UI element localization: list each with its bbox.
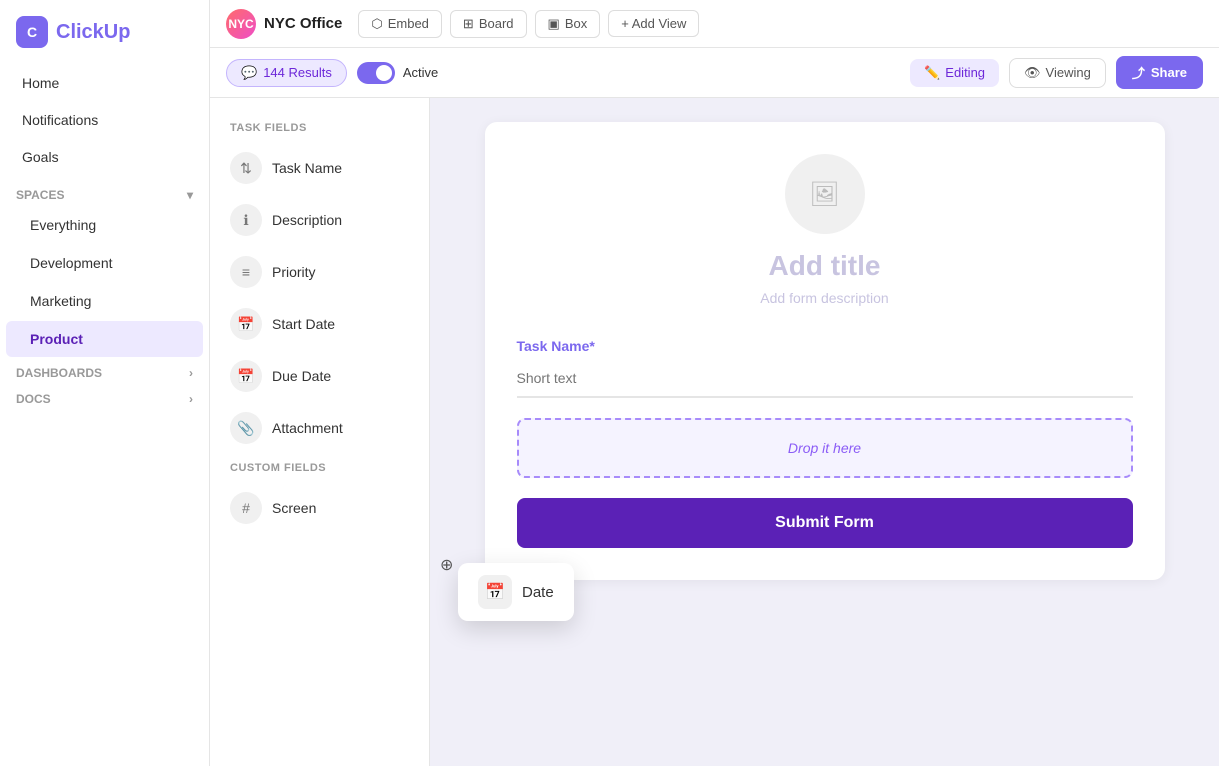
image-icon: 🖼 <box>809 180 839 209</box>
board-button[interactable]: ⊞ Board <box>450 10 527 38</box>
results-badge[interactable]: 💬 144 Results <box>226 59 347 87</box>
main-area: NYC NYC Office ⬡ Embed ⊞ Board ▣ Box + A… <box>210 0 1219 766</box>
field-attachment[interactable]: 📎 Attachment <box>210 402 429 454</box>
field-task-name[interactable]: ⇅ Task Name <box>210 142 429 194</box>
chevron-down-icon[interactable]: ▾ <box>187 188 193 202</box>
field-description[interactable]: ℹ Description <box>210 194 429 246</box>
form-title-placeholder[interactable]: Add title <box>769 250 881 282</box>
eye-icon: 👁 <box>1024 65 1041 81</box>
sidebar-item-marketing[interactable]: Marketing <box>6 283 203 319</box>
task-name-icon: ⇅ <box>230 152 262 184</box>
sidebar-item-notifications[interactable]: Notifications <box>6 102 203 138</box>
screen-label: Screen <box>272 500 316 516</box>
sidebar-item-everything[interactable]: Everything <box>6 207 203 243</box>
workspace-icon: NYC <box>226 9 256 39</box>
sidebar-item-goals[interactable]: Goals <box>6 139 203 175</box>
due-date-icon: 📅 <box>230 360 262 392</box>
spaces-section: Spaces ▾ <box>0 180 209 206</box>
attachment-icon: 📎 <box>230 412 262 444</box>
chevron-right-icon[interactable]: › <box>189 366 193 380</box>
logo-text: ClickUp <box>56 21 130 44</box>
chat-icon: 💬 <box>241 65 257 81</box>
pencil-icon: ✏️ <box>924 65 940 81</box>
home-label: Home <box>22 75 59 91</box>
field-start-date[interactable]: 📅 Start Date <box>210 298 429 350</box>
editing-button[interactable]: ✏️ Editing <box>910 59 999 87</box>
attachment-label: Attachment <box>272 420 343 436</box>
field-due-date[interactable]: 📅 Due Date <box>210 350 429 402</box>
sidebar-item-home[interactable]: Home <box>6 65 203 101</box>
chevron-right-icon-docs[interactable]: › <box>189 392 193 406</box>
task-fields-title: TASK FIELDS <box>210 114 429 142</box>
logo-area: C ClickUp <box>0 0 209 60</box>
notifications-label: Notifications <box>22 112 98 128</box>
drag-item-label: Date <box>522 584 554 601</box>
drag-handle[interactable]: ⊕ <box>440 555 453 575</box>
add-view-button[interactable]: + Add View <box>608 10 699 37</box>
drag-item-date[interactable]: 📅 Date <box>458 563 574 621</box>
priority-label: Priority <box>272 264 316 280</box>
drop-zone[interactable]: Drop it here <box>517 418 1133 478</box>
form-card: 🖼 Add title Add form description Task Na… <box>485 122 1165 580</box>
logo-icon: C <box>16 16 48 48</box>
sidebar-item-product[interactable]: Product <box>6 321 203 357</box>
task-name-field-group: Task Name* <box>517 338 1133 398</box>
description-icon: ℹ <box>230 204 262 236</box>
field-priority[interactable]: ≡ Priority <box>210 246 429 298</box>
share-button[interactable]: ⤴ Share <box>1116 56 1203 89</box>
board-icon: ⊞ <box>463 16 474 32</box>
toolbar: 💬 144 Results Active ✏️ Editing 👁 Viewin… <box>210 48 1219 98</box>
workspace-area: NYC NYC Office <box>226 9 342 39</box>
start-date-icon: 📅 <box>230 308 262 340</box>
form-image-placeholder[interactable]: 🖼 <box>785 154 865 234</box>
embed-icon: ⬡ <box>371 16 382 32</box>
task-name-label: Task Name <box>272 160 342 176</box>
sidebar-nav: Home Notifications Goals <box>0 60 209 180</box>
active-label: Active <box>403 65 438 80</box>
start-date-label: Start Date <box>272 316 335 332</box>
content-area: TASK FIELDS ⇅ Task Name ℹ Description ≡ … <box>210 98 1219 766</box>
priority-icon: ≡ <box>230 256 262 288</box>
goals-label: Goals <box>22 149 59 165</box>
active-toggle-container: Active <box>357 62 438 84</box>
field-screen[interactable]: # Screen <box>210 482 429 534</box>
box-icon: ▣ <box>548 16 560 32</box>
form-header: 🖼 Add title Add form description <box>517 154 1133 306</box>
submit-form-button[interactable]: Submit Form <box>517 498 1133 548</box>
viewing-button[interactable]: 👁 Viewing <box>1009 58 1106 88</box>
sidebar: C ClickUp Home Notifications Goals Space… <box>0 0 210 766</box>
dashboards-section: Dashboards › <box>0 358 209 384</box>
description-label: Description <box>272 212 342 228</box>
active-toggle[interactable] <box>357 62 395 84</box>
task-name-field-label: Task Name* <box>517 338 1133 354</box>
fields-panel: TASK FIELDS ⇅ Task Name ℹ Description ≡ … <box>210 98 430 766</box>
task-name-input[interactable] <box>517 360 1133 398</box>
docs-section: Docs › <box>0 384 209 410</box>
drag-date-icon: 📅 <box>478 575 512 609</box>
form-desc-placeholder[interactable]: Add form description <box>760 290 888 306</box>
screen-icon: # <box>230 492 262 524</box>
workspace-name: NYC Office <box>264 15 342 32</box>
topbar: NYC NYC Office ⬡ Embed ⊞ Board ▣ Box + A… <box>210 0 1219 48</box>
custom-fields-title: CUSTOM FIELDS <box>210 454 429 482</box>
box-button[interactable]: ▣ Box <box>535 10 601 38</box>
embed-button[interactable]: ⬡ Embed <box>358 10 442 38</box>
sidebar-item-development[interactable]: Development <box>6 245 203 281</box>
share-icon: ⤴ <box>1132 63 1145 82</box>
due-date-label: Due Date <box>272 368 331 384</box>
form-area: 🖼 Add title Add form description Task Na… <box>430 98 1219 766</box>
